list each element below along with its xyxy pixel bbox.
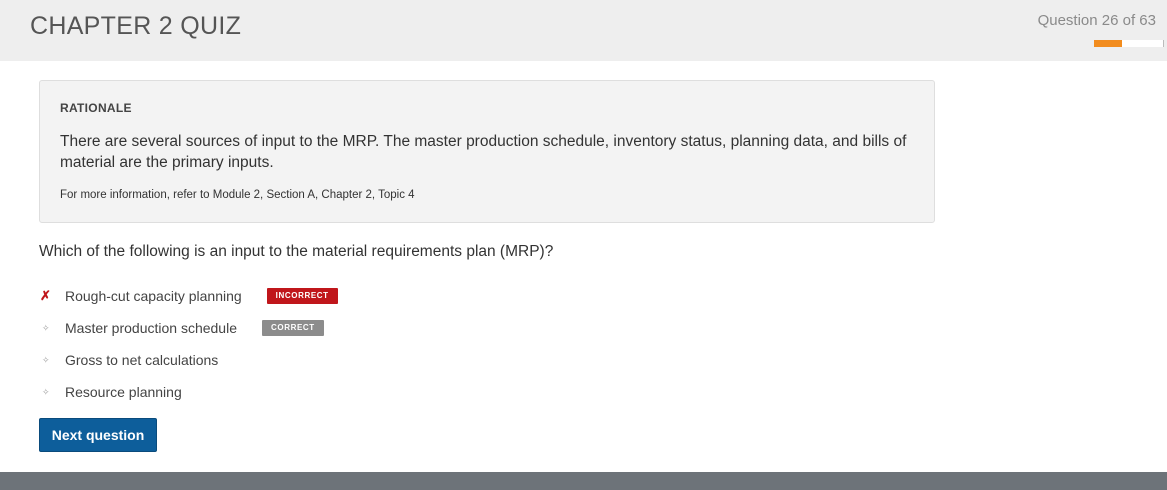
progress-bar [1094,40,1164,47]
rationale-panel: RATIONALE There are several sources of i… [39,80,935,223]
rationale-heading: RATIONALE [60,101,132,115]
question-text: Which of the following is an input to th… [39,243,554,260]
page-footer [0,472,1167,490]
diamond-bullet-icon: ✧ [42,354,50,365]
quiz-title: CHAPTER 2 QUIZ [30,12,242,40]
answer-option-master-production[interactable]: ✧ Master production schedule CORRECT [39,312,639,344]
rationale-text: There are several sources of input to th… [60,133,907,171]
correct-badge: CORRECT [262,320,324,336]
quiz-header: CHAPTER 2 QUIZ Question 26 of 63 [0,0,1167,61]
answer-option-rough-cut[interactable]: ✗ Rough-cut capacity planning INCORRECT [39,280,639,312]
question-counter: Question 26 of 63 [1037,12,1156,29]
diamond-bullet-icon: ✧ [42,386,50,397]
diamond-bullet-icon: ✧ [42,322,50,333]
next-question-button[interactable]: Next question [39,418,157,452]
answer-label: Gross to net calculations [65,352,219,368]
answer-option-resource-planning[interactable]: ✧ Resource planning [39,376,639,408]
incorrect-x-icon: ✗ [40,288,51,303]
incorrect-badge: INCORRECT [266,288,338,304]
answer-list: ✗ Rough-cut capacity planning INCORRECT … [39,280,639,408]
answer-label: Master production schedule [65,320,237,336]
answer-label: Rough-cut capacity planning [65,288,242,304]
progress-fill [1094,40,1123,47]
answer-label: Resource planning [65,384,182,400]
answer-option-gross-to-net[interactable]: ✧ Gross to net calculations [39,344,639,376]
rationale-reference: For more information, refer to Module 2,… [60,189,415,201]
